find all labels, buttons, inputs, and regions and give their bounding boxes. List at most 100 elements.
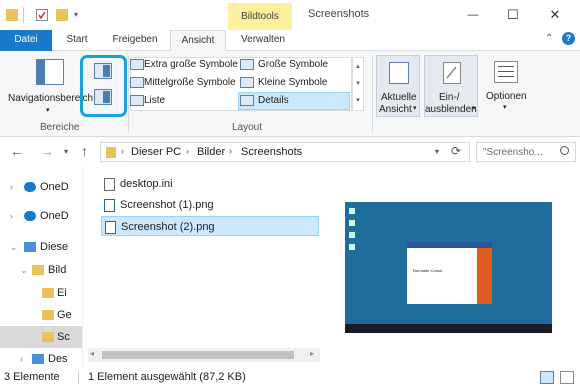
chevron-down-icon[interactable]: ▾ [435,147,439,156]
preview-pane-icon[interactable] [94,63,112,79]
navigation-pane-icon [36,59,64,85]
cloud-icon [24,211,36,221]
nav-item-label: OneD [40,181,69,193]
tab-datei[interactable]: Datei [0,30,52,51]
gallery-scroll[interactable]: ▴ ▾ ▾ [352,57,364,111]
nav-item-screenshots-selected[interactable]: Sc [0,326,82,348]
selection-info: 1 Element ausgewählt (87,2 KB) [88,371,246,383]
breadcrumb-separator: › [229,146,232,156]
list-item[interactable]: desktop.ini [101,174,319,194]
layout-small[interactable]: Kleine Symbole [258,77,327,88]
file-name: Screenshot (2).png [121,221,215,233]
image-file-icon [104,199,115,212]
list-item[interactable]: Screenshot (1).png [101,195,319,215]
nav-item-folder-1[interactable]: Ei [0,282,82,304]
folder-icon[interactable] [6,9,18,21]
chevron-down-icon[interactable]: ▾ [64,147,68,156]
chevron-down-icon: ▾ [503,104,507,111]
expand-chevron-icon[interactable]: › [10,205,13,227]
expand-chevron-icon[interactable]: ⌄ [10,236,18,258]
title-bar: ▾ Bildtools Screenshots — ☐ ✕ [0,0,580,30]
nav-item-label: Ge [57,309,72,321]
nav-item-label: Bild [48,264,67,276]
small-icons-icon [240,77,254,88]
nav-item-folder-2[interactable]: Ge [0,304,82,326]
folder-icon [42,288,54,298]
layout-details[interactable]: Details [258,95,289,106]
nav-item-label: Sc [57,331,70,343]
status-divider [78,372,79,384]
maximize-button[interactable]: ☐ [498,4,528,26]
expand-chevron-icon[interactable]: › [10,176,13,198]
horizontal-scrollbar[interactable]: ◂ ▸ [88,348,320,362]
back-arrow-icon[interactable]: ← [10,143,24,159]
file-list: desktop.ini Screenshot (1).png Screensho… [84,167,320,368]
address-bar[interactable]: › Dieser PC › Bilder › Screenshots ▾ ⟳ [100,142,470,162]
breadcrumb-dieser-pc[interactable]: Dieser PC [131,146,181,158]
list-item-selected[interactable]: Screenshot (2).png [101,216,319,236]
ribbon: Navigationsbereich ▾ Bereiche Extra groß… [0,51,580,137]
nav-item-onedrive-2[interactable]: › OneD [0,205,82,227]
breadcrumb-separator: › [186,146,189,156]
chevron-down-icon: ▾ [46,107,50,114]
tab-start[interactable]: Start [58,30,96,51]
tab-verwalten[interactable]: Verwalten [232,30,294,51]
chevron-down-icon: ▾ [413,105,417,112]
customize-qat-icon[interactable]: ▾ [74,9,86,21]
layout-details-selected[interactable] [238,92,350,110]
scroll-thumb[interactable] [102,351,294,359]
collapse-ribbon-icon[interactable]: ⌃ [545,33,553,44]
extra-large-icons-icon [130,59,144,70]
details-pane-icon[interactable] [94,89,112,105]
show-hide-button[interactable]: Ein-/ ausblenden ▾ [424,55,478,117]
forward-arrow-icon[interactable]: → [40,143,54,159]
scroll-right-icon[interactable]: ▸ [310,349,314,358]
breadcrumb-bilder[interactable]: Bilder [197,146,225,158]
details-view-icon[interactable] [540,371,554,384]
tab-freigeben[interactable]: Freigeben [104,30,166,51]
layout-large[interactable]: Große Symbole [258,59,328,70]
file-name: Screenshot (1).png [120,199,214,211]
search-icon[interactable] [560,146,569,155]
separator [128,55,129,133]
nav-item-this-pc[interactable]: ⌄ Diese [0,236,82,258]
help-icon[interactable]: ? [562,32,575,45]
file-icon [104,178,115,191]
properties-icon[interactable] [36,9,48,21]
nav-item-onedrive[interactable]: › OneD [0,176,82,198]
nav-item-label: Diese [40,241,69,253]
current-view-label-1: Aktuelle [381,92,417,103]
tab-ansicht[interactable]: Ansicht [170,30,226,52]
options-button[interactable]: Optionen ▾ [482,55,532,117]
scroll-left-icon[interactable]: ◂ [90,349,94,358]
desktop-folder-icon [32,354,44,364]
navigation-pane-button[interactable]: Navigationsbereich ▾ [4,55,93,117]
nav-item-label: Ei [57,287,67,299]
show-hide-icon [443,62,461,84]
layout-list[interactable]: Liste [144,95,165,106]
current-view-icon [389,62,409,84]
expand-chevron-icon[interactable]: › [20,348,23,368]
current-view-button[interactable]: Aktuelle Ansicht ▾ [376,55,420,117]
list-icon [130,95,144,106]
nav-item-pictures[interactable]: ⌄ Bild [0,259,82,281]
details-icon [240,95,254,106]
expand-chevron-icon[interactable]: ⌄ [20,259,28,281]
up-arrow-icon[interactable]: ↑ [81,143,88,159]
item-count: 3 Elemente [4,371,60,383]
preview-pane: Normaler Cursor [320,167,580,368]
layout-medium[interactable]: Mittelgroße Symbole [144,77,236,88]
nav-item-label: OneD [40,210,69,222]
refresh-icon[interactable]: ⟳ [451,144,461,158]
minimize-button[interactable]: — [458,4,488,26]
nav-item-desktop[interactable]: › Des [0,348,82,368]
computer-icon [24,242,36,252]
large-icons-view-icon[interactable] [560,371,574,384]
pictures-folder-icon [32,265,44,275]
close-button[interactable]: ✕ [540,4,570,26]
show-hide-label-2: ausblenden [425,104,477,115]
chevron-down-icon: ▾ [472,105,476,112]
new-folder-icon[interactable] [56,9,68,21]
breadcrumb-screenshots[interactable]: Screenshots [241,146,302,158]
layout-extra-large[interactable]: Extra große Symbole [144,59,238,70]
